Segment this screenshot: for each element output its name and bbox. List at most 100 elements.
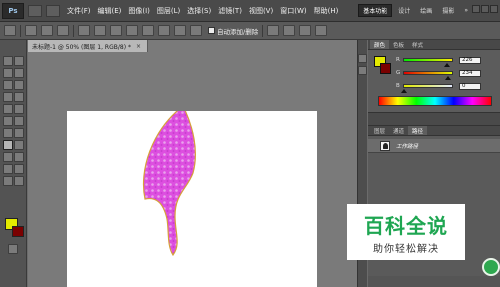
options-separator [20, 24, 21, 37]
menu-view[interactable]: 视图(V) [249, 6, 273, 16]
bridge-icon[interactable] [28, 4, 42, 17]
color-spectrum-ramp[interactable] [378, 96, 492, 106]
dodge-tool-icon[interactable] [14, 128, 24, 138]
clone-stamp-tool-icon[interactable] [3, 104, 13, 114]
menu-select[interactable]: 选择(S) [187, 6, 211, 16]
watermark: 百科全说 助你轻松解决 [347, 204, 465, 260]
path-intersect-icon[interactable] [299, 25, 312, 36]
menu-window[interactable]: 窗口(W) [280, 6, 306, 16]
pen-tool-preset-icon[interactable] [4, 25, 16, 36]
line-shape-icon[interactable] [174, 25, 186, 36]
color-panel-background-swatch[interactable] [380, 63, 391, 74]
menu-help[interactable]: 帮助(H) [314, 6, 339, 16]
shape-layers-mode-icon[interactable] [25, 25, 37, 36]
tab-layers[interactable]: 图层 [370, 126, 389, 135]
auto-add-delete-checkbox[interactable] [208, 27, 215, 34]
eyedropper-tool-icon[interactable] [14, 80, 24, 90]
green-slider-row: G 234 [396, 69, 481, 80]
workspace-painting-button[interactable]: 绘画 [416, 4, 436, 17]
menu-layer[interactable]: 图层(L) [157, 6, 180, 16]
polygon-shape-icon[interactable] [158, 25, 170, 36]
marquee-tool-icon[interactable] [14, 56, 24, 66]
path-selection-tool-icon[interactable] [3, 152, 13, 162]
blur-tool-icon[interactable] [3, 128, 13, 138]
tab-paths[interactable]: 路径 [408, 126, 428, 135]
red-value-field[interactable]: 226 [459, 56, 481, 64]
custom-shape-icon[interactable] [190, 25, 202, 36]
watermark-subtitle: 助你轻松解决 [373, 244, 439, 255]
paths-mode-icon[interactable] [41, 25, 53, 36]
menu-filter[interactable]: 滤镜(T) [218, 6, 242, 16]
freeform-pen-icon[interactable] [94, 25, 106, 36]
shape-tool-icon[interactable] [14, 152, 24, 162]
history-brush-tool-icon[interactable] [14, 104, 24, 114]
lasso-tool-icon[interactable] [3, 68, 13, 78]
workspace-essentials-button[interactable]: 基本功能 [358, 4, 393, 17]
move-tool-icon[interactable] [3, 56, 13, 66]
zoom-tool-icon[interactable] [14, 176, 24, 186]
path-exclude-icon[interactable] [315, 25, 328, 36]
color-panel: R 226 G 234 B 0 [368, 50, 500, 112]
red-slider-row: R 226 [396, 56, 481, 67]
red-slider[interactable] [403, 58, 453, 67]
3d-rotate-tool-icon[interactable] [3, 164, 13, 174]
mini-bridge-icon[interactable] [46, 4, 60, 17]
document-window: 未标题-1 @ 50% (图层 1, RGB/8) * × [28, 40, 357, 287]
tools-panel [0, 40, 27, 287]
properties-panel-icon[interactable] [358, 66, 367, 75]
canvas-artwork [142, 111, 196, 257]
background-color-swatch[interactable] [12, 226, 24, 237]
menu-edit[interactable]: 编辑(E) [98, 6, 122, 16]
tab-swatches[interactable]: 色板 [389, 40, 408, 49]
path-subtract-icon[interactable] [283, 25, 296, 36]
gradient-tool-icon[interactable] [14, 116, 24, 126]
blue-slider[interactable] [401, 84, 453, 93]
path-item-work-path[interactable]: 工作路径 [368, 139, 500, 153]
layers-panel-tabs: 图层 通道 路径 [368, 126, 500, 136]
hand-tool-icon[interactable] [3, 176, 13, 186]
eraser-tool-icon[interactable] [3, 116, 13, 126]
workspace-photography-button[interactable]: 摄影 [438, 4, 458, 17]
blue-slider-thumb[interactable] [401, 89, 407, 93]
path-combine-icon[interactable] [267, 25, 280, 36]
quick-select-tool-icon[interactable] [14, 68, 24, 78]
green-slider-thumb[interactable] [445, 76, 452, 80]
3d-camera-tool-icon[interactable] [14, 164, 24, 174]
canvas[interactable] [67, 111, 317, 287]
document-title: 未标题-1 @ 50% (图层 1, RGB/8) * [32, 43, 131, 51]
crop-tool-icon[interactable] [3, 80, 13, 90]
document-tab[interactable]: 未标题-1 @ 50% (图层 1, RGB/8) * × [28, 40, 148, 52]
pen-icon[interactable] [78, 25, 90, 36]
history-panel-icon[interactable] [358, 54, 367, 63]
blue-value-field[interactable]: 0 [459, 82, 481, 90]
red-slider-thumb[interactable] [443, 63, 450, 67]
pen-tool-icon[interactable] [3, 140, 13, 150]
rectangle-shape-icon[interactable] [110, 25, 122, 36]
options-separator [73, 24, 74, 37]
minimize-window-button[interactable] [472, 5, 480, 13]
green-value-field[interactable]: 234 [459, 69, 481, 77]
tab-channels[interactable]: 通道 [389, 126, 408, 135]
close-window-button[interactable] [490, 5, 498, 13]
rounded-rectangle-shape-icon[interactable] [126, 25, 138, 36]
menu-file[interactable]: 文件(F) [67, 6, 91, 16]
path-item-label: 工作路径 [396, 143, 419, 150]
photoshop-logo: Ps [2, 2, 24, 19]
green-slider-label: G [396, 70, 401, 76]
quick-mask-icon[interactable] [8, 244, 18, 254]
type-tool-icon[interactable] [14, 140, 24, 150]
ellipse-shape-icon[interactable] [142, 25, 154, 36]
menu-image[interactable]: 图像(I) [128, 6, 150, 16]
green-slider[interactable] [403, 71, 453, 80]
workspace-more-button[interactable]: » [460, 4, 472, 17]
close-document-icon[interactable]: × [136, 43, 141, 50]
workspace-design-button[interactable]: 设计 [394, 4, 414, 17]
brush-tool-icon[interactable] [14, 92, 24, 102]
healing-brush-tool-icon[interactable] [3, 92, 13, 102]
blue-slider-row: B 0 [396, 82, 481, 93]
tab-color[interactable]: 颜色 [370, 40, 390, 49]
tab-styles[interactable]: 样式 [408, 40, 427, 49]
maximize-window-button[interactable] [481, 5, 489, 13]
leaf-badge-icon [482, 258, 500, 276]
fill-pixels-mode-icon[interactable] [57, 25, 69, 36]
